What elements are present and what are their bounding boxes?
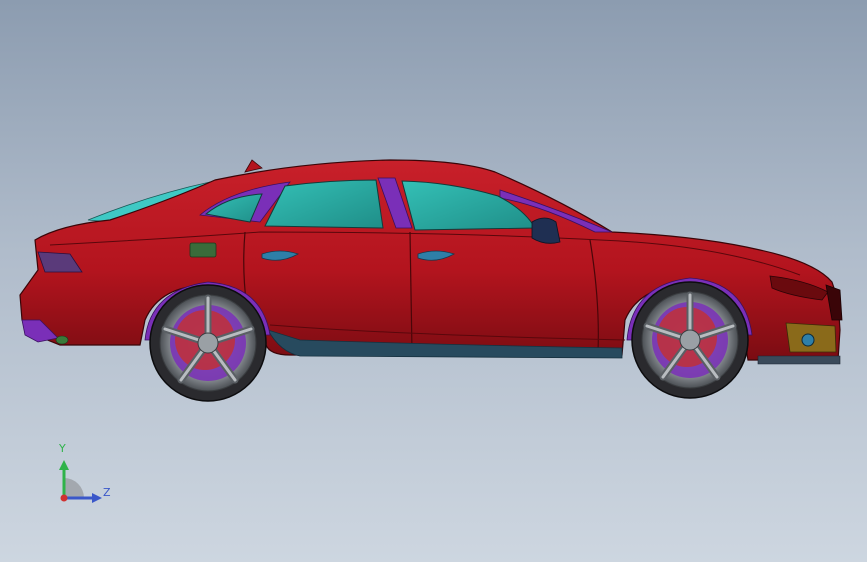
triad-plane	[64, 478, 84, 498]
fog-lamp	[801, 333, 815, 347]
y-axis-label: Y	[59, 442, 66, 455]
orientation-triad: Y Z	[50, 440, 120, 510]
roof-fin	[244, 159, 263, 173]
z-axis-arrow-head	[92, 493, 102, 503]
fuel-door	[189, 242, 217, 258]
car-model[interactable]	[0, 0, 867, 562]
side-mirror	[531, 217, 561, 244]
front-wheel	[626, 277, 753, 399]
graphics-viewport[interactable]: Y Z	[0, 0, 867, 562]
triad-origin	[60, 494, 68, 502]
y-axis-arrow-head	[59, 460, 69, 470]
rear-wheel	[144, 281, 271, 402]
z-axis-label: Z	[103, 486, 111, 499]
exhaust-tip	[55, 335, 69, 345]
front-splitter	[757, 355, 841, 365]
